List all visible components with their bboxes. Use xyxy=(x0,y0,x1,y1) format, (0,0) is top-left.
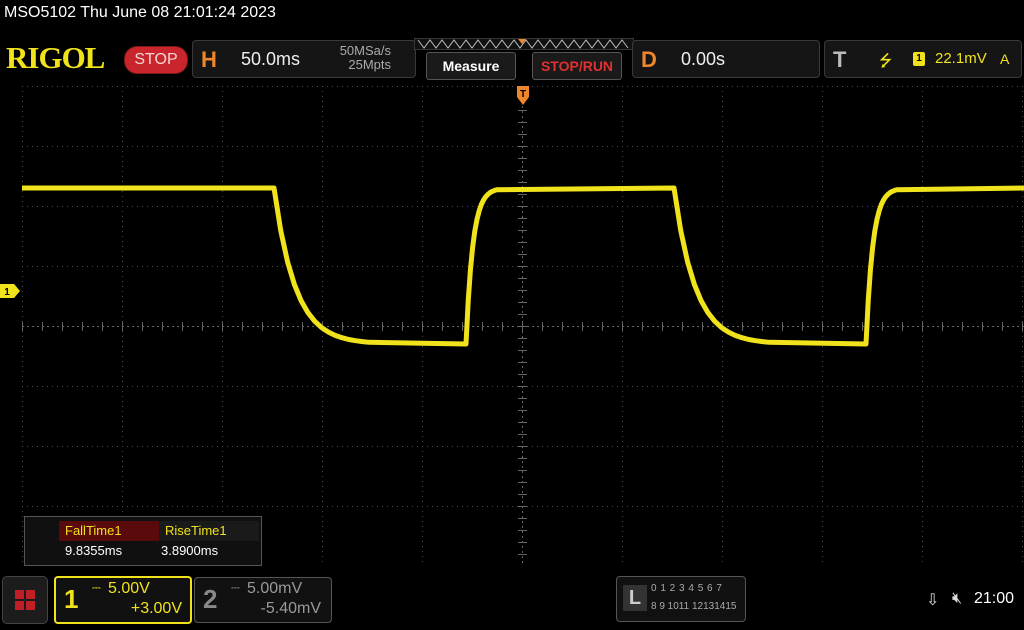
delay-value: 0.00s xyxy=(681,49,726,69)
memory-depth: 25Mpts xyxy=(348,57,391,72)
graticule xyxy=(22,86,1024,566)
channel2-panel[interactable]: 2 ⎓ 5.00mV -5.40mV xyxy=(194,577,332,623)
scope-screen[interactable] xyxy=(22,86,1024,566)
dc-coupling-icon: ⎓ xyxy=(92,582,101,594)
trigger-position-label: T xyxy=(520,89,526,100)
run-state-badge[interactable]: STOP xyxy=(124,46,188,74)
channel1-panel[interactable]: 1 ⎓ 5.00V +3.00V xyxy=(54,576,192,624)
sound-muted-icon[interactable]: 🔇︎ xyxy=(952,590,962,608)
sample-rate: 50MSa/s xyxy=(339,43,391,58)
channel1-offset-marker[interactable]: 1 xyxy=(0,284,20,298)
memory-timeline xyxy=(414,38,634,50)
menu-grid-icon xyxy=(15,590,24,599)
delay-panel[interactable]: D 0.00s xyxy=(632,40,820,78)
risetime-value: 3.8900ms xyxy=(161,543,219,558)
clock: 21:00 xyxy=(974,590,1015,607)
channel1-marker-label: 1 xyxy=(4,287,10,298)
channel1-offset: +3.00V xyxy=(130,600,182,617)
logic-letter: L xyxy=(623,585,647,611)
usb-icon: ⇩ xyxy=(926,592,940,609)
stop-run-button[interactable]: STOP/RUN xyxy=(532,52,622,80)
channel2-number: 2 xyxy=(203,584,218,614)
rising-edge-icon: ⭍ xyxy=(879,53,893,70)
delay-letter: D xyxy=(641,47,657,72)
channel2-offset: -5.40mV xyxy=(260,600,321,617)
main-menu-button[interactable] xyxy=(2,576,48,624)
channel1-number: 1 xyxy=(64,584,79,614)
falltime-label: FallTime1 xyxy=(59,521,159,541)
logic-channels-row2: 8 9 1011 12131415 xyxy=(651,601,737,612)
timebase-value: 50.0ms xyxy=(241,49,301,69)
logic-channels-row1: 0 1 2 3 4 5 6 7 xyxy=(651,583,723,594)
rigol-logo: RIGOL xyxy=(6,40,105,75)
dc-coupling-icon: ⎓ xyxy=(231,582,240,594)
horizontal-letter: H xyxy=(201,47,217,72)
channel2-scale: 5.00mV xyxy=(247,580,303,597)
trigger-mode: A xyxy=(1000,51,1010,67)
trigger-source: 1 xyxy=(913,52,925,66)
title-bar-text: MSO5102 Thu June 08 21:01:24 2023 xyxy=(4,4,276,21)
channel1-scale: 5.00V xyxy=(108,580,150,597)
measurement-results[interactable]: FallTime1 RiseTime1 9.8355ms 3.8900ms xyxy=(24,516,262,566)
horizontal-panel[interactable]: H 50.0ms 50MSa/s 25Mpts xyxy=(192,40,416,78)
measure-button[interactable]: Measure xyxy=(426,52,516,80)
logic-analyzer-panel[interactable]: L 0 1 2 3 4 5 6 7 8 9 1011 12131415 xyxy=(616,576,746,622)
trigger-letter: T xyxy=(833,47,847,72)
trigger-panel[interactable]: T ⭍ 1 22.1mV A xyxy=(824,40,1022,78)
risetime-label: RiseTime1 xyxy=(159,521,259,541)
trigger-level: 22.1mV xyxy=(935,50,987,67)
falltime-value: 9.8355ms xyxy=(65,543,123,558)
trigger-position-marker[interactable]: T xyxy=(516,85,530,107)
